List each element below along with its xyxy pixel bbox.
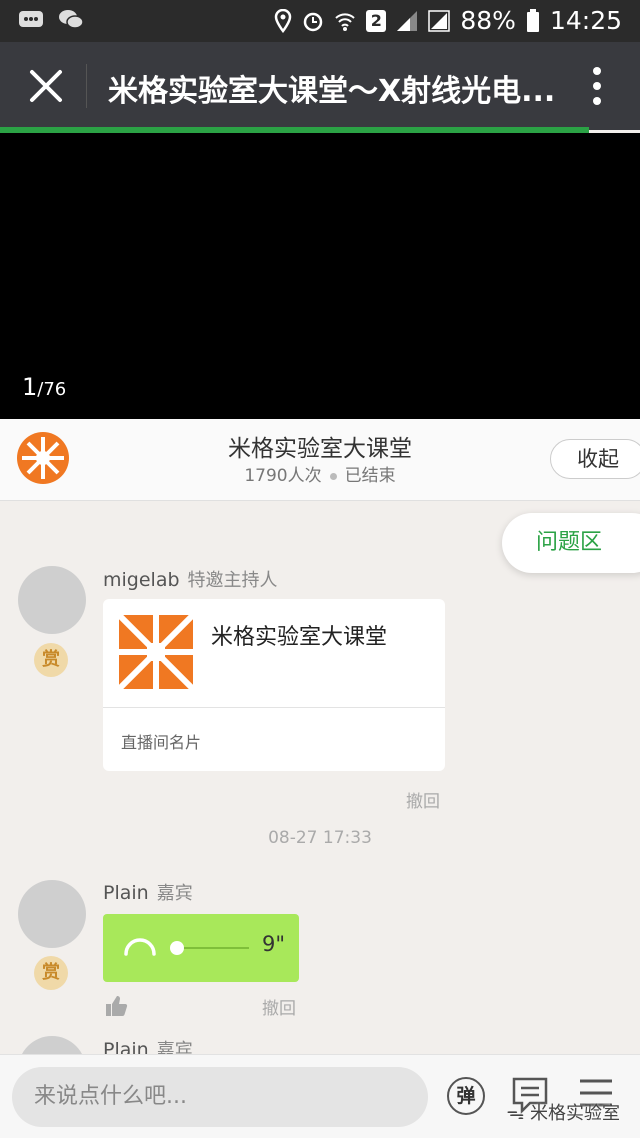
qa-area-button[interactable]: 问题区 [502,513,640,573]
signal-icon [397,10,418,31]
danmu-toggle-button[interactable]: 弹 [447,1077,485,1115]
room-card-title: 米格实验室大课堂 [211,625,388,650]
signal-icon-2 [428,9,451,32]
current-page: 1 [22,373,38,401]
wifi-icon [335,12,356,31]
sender-role: 特邀主持人 [187,570,278,591]
close-icon[interactable] [26,66,66,106]
message-input[interactable]: 来说点什么吧... [12,1067,428,1127]
reward-button[interactable]: 赏 [34,643,68,677]
sim-slot-badge: 2 [366,9,387,32]
voice-play-icon [124,938,156,956]
reward-button[interactable]: 赏 [34,956,68,990]
clock: 14:25 [549,6,622,35]
room-card-message[interactable]: 米格实验室大课堂 直播间名片 [103,599,445,771]
avatar[interactable] [18,566,86,634]
composer-bar: 来说点什么吧... 弹 ᯓ 米格实验室 [0,1054,640,1138]
title-bar: 米格实验室大课堂～X射线光电... [0,42,640,130]
watermark-text: 米格实验室 [530,1103,620,1124]
battery-percent: 88% [460,6,516,35]
revoke-link[interactable]: 撤回 [406,787,440,812]
sender-role: 嘉宾 [156,883,193,904]
revoke-link[interactable]: 撤回 [262,994,296,1019]
live-status: 已结束 [344,466,396,486]
message-icon [19,11,43,27]
wechat-icon [59,10,84,29]
meta-separator [329,472,337,480]
voice-progress-slider[interactable] [169,938,251,958]
avatar[interactable] [18,880,86,948]
location-icon [275,8,292,33]
slide-viewer[interactable]: 1/76 [0,133,640,419]
total-pages: /76 [37,379,67,400]
page-title: 米格实验室大课堂～X射线光电... [108,74,556,109]
title-divider [86,64,87,108]
room-card-logo-icon [119,615,193,689]
status-bar: 2 88% 14:25 [0,0,640,42]
slide-page-indicator: 1/76 [22,373,66,401]
voice-duration: 9" [261,932,285,956]
room-card-footer: 直播间名片 [121,733,202,752]
message-sender: migelab 特邀主持人 [103,566,278,592]
message-sender: Plain 嘉宾 [103,879,193,905]
sender-name: Plain [103,882,149,904]
watermark-icon: ᯓ [506,1103,525,1124]
room-info-bar: 米格实验室大课堂 1790人次 已结束 收起 [0,419,640,501]
room-meta: 1790人次 已结束 [0,461,640,486]
collapse-button[interactable]: 收起 [550,439,640,479]
room-name: 米格实验室大课堂 [228,436,412,462]
sender-name: migelab [103,569,180,591]
room-card-divider [103,707,445,708]
battery-icon [526,8,539,32]
voice-message[interactable]: 9" [103,914,299,982]
thumbs-up-icon[interactable] [104,994,128,1018]
message-timestamp: 08-27 17:33 [268,828,372,848]
viewer-count: 1790人次 [244,466,322,486]
watermark: ᯓ 米格实验室 [507,1099,620,1125]
alarm-icon [304,12,323,31]
more-menu-icon[interactable] [590,66,604,106]
